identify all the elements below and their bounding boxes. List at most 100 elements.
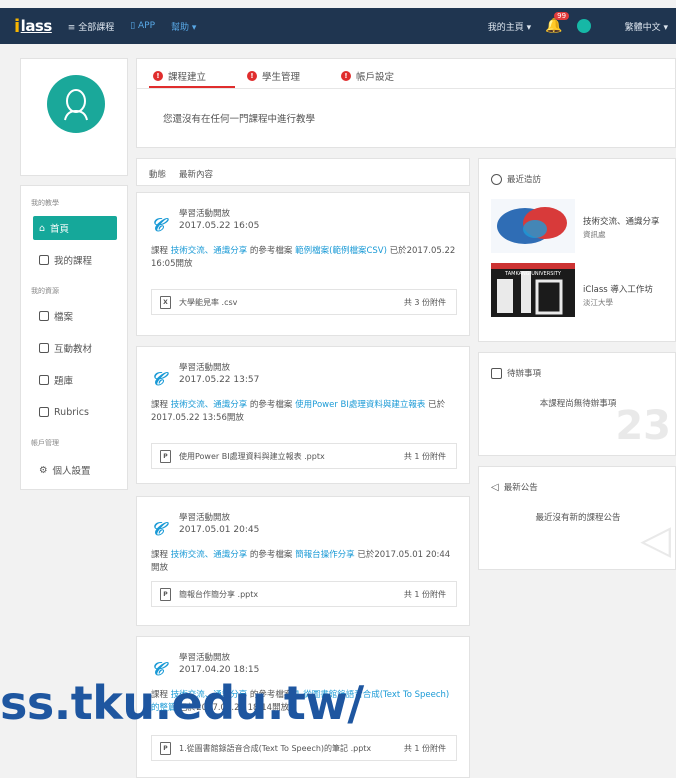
post-date: 2017.05.22 13:57 <box>179 375 260 385</box>
recent-course-owner: 資訊處 <box>583 230 606 239</box>
sidebar-item-my-courses[interactable]: 我的課程 <box>33 248 117 272</box>
attachment-name: 1.從圖書館錄語音合成(Text To Speech)的筆記 .pptx <box>179 743 372 753</box>
activity-post: 𝒞 學習活動開放 2017.05.01 20:45 課程 技術交流、通識分享 的… <box>136 496 470 626</box>
warning-icon: ! <box>153 71 163 81</box>
course-link[interactable]: 技術交流、通識分享 <box>171 400 248 410</box>
calendar-bg-icon: 23 <box>615 403 671 449</box>
post-date: 2017.04.20 18:15 <box>179 665 260 675</box>
gear-icon: ⚙ <box>39 464 48 476</box>
profile-avatar[interactable] <box>47 75 105 133</box>
help-menu[interactable]: 幫助 ▾ <box>171 20 196 33</box>
megaphone-icon: ◁ <box>491 481 499 493</box>
recent-course-name[interactable]: 技術交流、通識分享 <box>583 215 660 227</box>
book-icon <box>39 255 49 265</box>
sidebar-item-rubrics[interactable]: Rubrics <box>33 400 117 424</box>
file-link[interactable]: 範例檔案(範例檔案CSV) <box>295 246 387 256</box>
file-link[interactable]: 使用Power BI處理資料與建立報表 <box>295 400 425 410</box>
profile-card <box>20 58 128 176</box>
warning-icon: ! <box>247 71 257 81</box>
notification-count-badge: 99 <box>554 12 570 20</box>
recent-course-name[interactable]: iClass 導入工作坊 <box>583 283 653 295</box>
post-title: 學習活動開放 <box>179 363 231 373</box>
top-navbar: i lass ≡ 全部課程 ▯ APP 幫助 ▾ 我的主頁 ▾ 🔔 99 繁體中文 … <box>0 8 676 44</box>
rubrics-icon <box>39 407 49 417</box>
activity-post: 𝒞 學習活動開放 2017.05.22 13:57 課程 技術交流、通識分享 的… <box>136 346 470 484</box>
paperclip-icon: 𝒞 <box>151 369 165 390</box>
attachment-row[interactable]: X 大學能見率 .csv 共 3 份附件 <box>151 289 457 315</box>
nav-section-teaching: 我的教學 <box>31 199 59 207</box>
nav-section-resources: 我的資源 <box>31 287 59 295</box>
user-silhouette-icon <box>64 89 88 121</box>
notification-bell-icon[interactable]: 🔔 99 <box>545 12 570 34</box>
sidebar-item-personal-settings[interactable]: ⚙ 個人設置 <box>33 458 117 482</box>
attachment-count: 共 3 份附件 <box>403 297 446 307</box>
my-home-menu[interactable]: 我的主頁 ▾ <box>488 20 531 33</box>
course-thumbnail-tech[interactable] <box>491 199 575 253</box>
svg-text:TAMKANG UNIVERSITY: TAMKANG UNIVERSITY <box>504 271 562 277</box>
feed-tab-latest[interactable]: 最新內容 <box>179 168 213 180</box>
recently-visited-title: 最近造訪 <box>507 175 542 185</box>
post-title: 學習活動開放 <box>179 209 231 219</box>
course-link[interactable]: 技術交流、通識分享 <box>171 550 248 560</box>
course-link[interactable]: 技術交流、通識分享 <box>171 246 248 256</box>
todo-title: 待辦事項 <box>507 369 542 379</box>
warning-icon: ! <box>341 71 351 81</box>
post-body: 課程 技術交流、通識分享 的參考檔案 範例檔案(範例檔案CSV) 已於2017.… <box>151 246 456 269</box>
all-courses-menu[interactable]: ≡ 全部課程 <box>68 20 114 33</box>
attachment-row[interactable]: P 使用Power BI處理資料與建立報表 .pptx 共 1 份附件 <box>151 443 457 469</box>
url-watermark: ss.tku.edu.tw/ <box>0 676 364 730</box>
attachment-count: 共 1 份附件 <box>403 451 446 461</box>
post-body: 課程 技術交流、通識分享 的參考檔案 使用Power BI處理資料與建立報表 已… <box>151 400 446 423</box>
no-teaching-message: 您還沒有在任何一門課程中進行教學 <box>163 114 316 125</box>
post-date: 2017.05.22 16:05 <box>179 221 260 231</box>
home-icon: ⌂ <box>39 222 46 234</box>
question-bank-icon <box>39 375 49 385</box>
active-tab-indicator <box>149 86 235 88</box>
ilass-logo[interactable]: i lass <box>14 16 52 37</box>
excel-file-icon: X <box>160 295 171 309</box>
attachment-name: 使用Power BI處理資料與建立報表 .pptx <box>179 451 325 461</box>
app-link[interactable]: ▯ APP <box>130 21 155 31</box>
attachment-row[interactable]: P 簡報台作簡分享 .pptx 共 1 份附件 <box>151 581 457 607</box>
post-body: 課程 技術交流、通識分享 的參考檔案 簡報台操作分享 已於2017.05.01 … <box>151 550 451 573</box>
pptx-file-icon: P <box>160 741 171 755</box>
language-select[interactable]: 繁體中文 ▾ <box>625 20 668 33</box>
sidebar-item-interactive[interactable]: 互動教材 <box>33 336 117 360</box>
post-date: 2017.05.01 20:45 <box>179 525 260 535</box>
pptx-file-icon: P <box>160 449 171 463</box>
todo-card: 待辦事項 本課程尚無待辦事項 23 <box>478 352 676 456</box>
tab-student-management[interactable]: ! 學生管理 <box>247 69 300 83</box>
calendar-icon <box>491 367 502 379</box>
announcement-bg-icon: ◁ <box>640 517 671 563</box>
announcement-title: 最新公告 <box>503 483 538 493</box>
file-link[interactable]: 簡報台操作分享 <box>295 550 355 560</box>
attachment-count: 共 1 份附件 <box>403 589 446 599</box>
attachment-row[interactable]: P 1.從圖書館錄語音合成(Text To Speech)的筆記 .pptx 共… <box>151 735 457 761</box>
setup-tabs-card: ! 課程建立 ! 學生管理 ! 帳戶設定 您還沒有在任何一門課程中進行教學 <box>136 58 676 148</box>
sidebar-item-question-bank[interactable]: 題庫 <box>33 368 117 392</box>
file-icon <box>39 311 49 321</box>
post-title: 學習活動開放 <box>179 513 231 523</box>
sidebar-item-home[interactable]: ⌂ 首頁 <box>33 216 117 240</box>
interactive-material-icon <box>39 343 49 353</box>
side-navigation: 我的教學 ⌂ 首頁 我的課程 我的資源 檔案 互動教材 題庫 Rubrics 帳戶… <box>20 185 128 490</box>
tab-account-settings[interactable]: ! 帳戶設定 <box>341 69 394 83</box>
attachment-name: 大學能見率 .csv <box>179 297 238 307</box>
activity-post: 𝒞 學習活動開放 2017.05.22 16:05 課程 技術交流、通識分享 的… <box>136 192 470 336</box>
nav-section-account: 帳戶管理 <box>31 439 59 447</box>
attachment-name: 簡報台作簡分享 .pptx <box>179 589 259 599</box>
paperclip-icon: 𝒞 <box>151 215 165 236</box>
announcement-card: ◁ 最新公告 最近沒有新的課程公告 ◁ <box>478 466 676 570</box>
clock-icon <box>491 173 502 185</box>
attachment-count: 共 1 份附件 <box>403 743 446 753</box>
sidebar-item-files[interactable]: 檔案 <box>33 304 117 328</box>
post-title: 學習活動開放 <box>179 653 231 663</box>
recently-visited-card: 最近造訪 技術交流、通識分享 資訊處 TAMKANG UNIVERSITY iC… <box>478 158 676 342</box>
feed-tab-activity[interactable]: 動態 <box>149 168 166 180</box>
user-avatar[interactable] <box>576 19 591 33</box>
course-thumbnail-iclass[interactable]: TAMKANG UNIVERSITY <box>491 263 575 317</box>
recent-course-owner: 淡江大學 <box>583 298 613 307</box>
tab-course-setup[interactable]: ! 課程建立 <box>153 69 206 83</box>
paperclip-icon: 𝒞 <box>151 519 165 540</box>
pptx-file-icon: P <box>160 587 171 601</box>
